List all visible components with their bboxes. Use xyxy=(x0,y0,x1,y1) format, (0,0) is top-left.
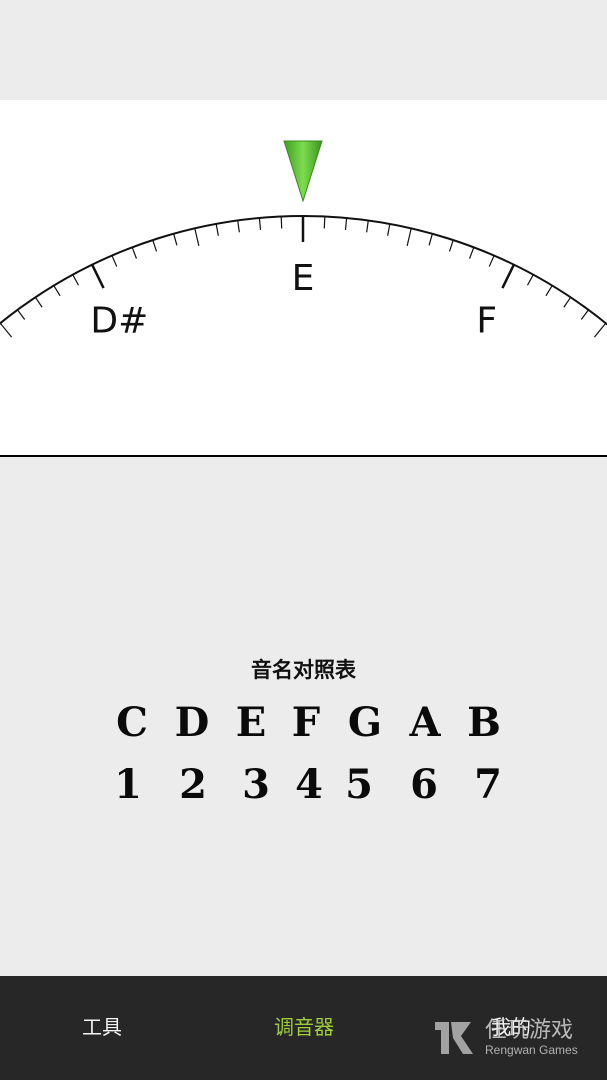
dial-minor-tick xyxy=(215,223,219,236)
tab-tuner[interactable]: 调音器 xyxy=(252,976,356,1080)
tab-tools[interactable]: 工具 xyxy=(50,976,154,1080)
dial-minor-tick xyxy=(152,239,158,252)
top-bar xyxy=(0,0,607,100)
dial-major-tick xyxy=(91,264,105,289)
dial-minor-tick xyxy=(194,228,200,247)
watermark-logo-icon xyxy=(435,1022,473,1054)
dial-minor-tick xyxy=(17,309,26,320)
dial-note-e: E xyxy=(292,258,315,299)
dial-minor-tick xyxy=(545,285,553,297)
note-number-2: 2 xyxy=(179,761,207,808)
dial-minor-tick xyxy=(53,285,61,297)
note-number-6: 6 xyxy=(410,761,438,808)
dial-minor-tick xyxy=(580,309,589,320)
note-number-1: 1 xyxy=(114,761,142,808)
dial-minor-tick xyxy=(72,274,80,286)
note-name-f: F xyxy=(291,699,321,746)
note-name-d: D xyxy=(174,699,210,746)
dial-major-tick xyxy=(501,264,515,289)
dial-minor-tick xyxy=(448,239,454,252)
dial-minor-tick xyxy=(593,322,607,338)
note-number-7: 7 xyxy=(474,761,502,808)
dial-minor-tick xyxy=(258,217,262,230)
note-name-a: A xyxy=(409,699,441,746)
note-name-row: C D E F G A B xyxy=(0,698,607,748)
dial-minor-tick xyxy=(488,255,495,267)
note-name-c: C xyxy=(116,699,148,746)
watermark-name: 任玩游戏 xyxy=(485,1018,574,1043)
dial-minor-tick xyxy=(323,216,326,229)
watermark-subtitle: Rengwan Games xyxy=(485,1043,578,1057)
note-number-row: 1 2 3 4 5 6 7 xyxy=(0,760,607,810)
dial-minor-tick xyxy=(406,228,412,247)
dial-minor-tick xyxy=(563,296,572,308)
note-number-3: 3 xyxy=(242,761,270,808)
note-table-title: 音名对照表 xyxy=(251,658,356,682)
dial-minor-tick xyxy=(526,274,534,286)
note-name-e: E xyxy=(235,699,267,746)
dial-minor-tick xyxy=(366,220,369,233)
dial-minor-tick xyxy=(0,322,13,338)
dial-minor-tick xyxy=(173,233,178,246)
dial-minor-tick xyxy=(131,247,138,259)
dial-baseline xyxy=(0,455,607,457)
dial-minor-tick xyxy=(111,255,118,267)
note-number-5: 5 xyxy=(345,761,373,808)
note-name-g: G xyxy=(347,699,383,746)
watermark: 任玩游戏 Rengwan Games xyxy=(431,1010,601,1066)
dial-minor-tick xyxy=(344,217,348,230)
dial-minor-tick xyxy=(280,216,283,229)
dial-note-f: F xyxy=(476,300,497,341)
note-number-4: 4 xyxy=(295,761,323,808)
pitch-pointer-icon xyxy=(283,140,323,202)
dial-note-d-sharp: D# xyxy=(90,300,148,341)
dial-minor-tick xyxy=(468,247,475,259)
dial-minor-tick xyxy=(237,220,240,233)
dial-minor-tick xyxy=(428,233,433,246)
dial-minor-tick xyxy=(387,223,391,236)
dial-minor-tick xyxy=(34,296,43,308)
note-name-b: B xyxy=(467,699,501,746)
